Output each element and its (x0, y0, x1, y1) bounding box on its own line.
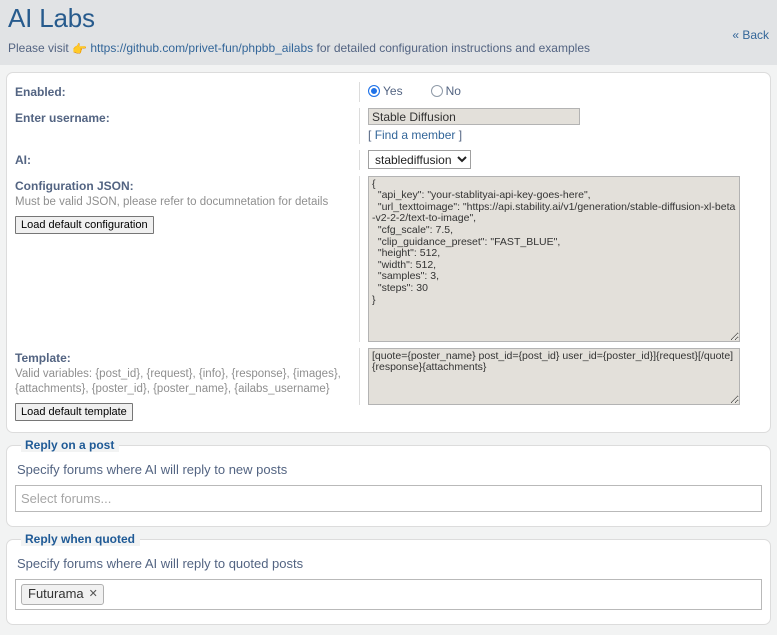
ai-label-cell: AI: (15, 150, 359, 168)
config-json-label-cell: Configuration JSON: Must be valid JSON, … (15, 176, 359, 234)
forum-chip-label: Futurama (28, 586, 84, 602)
reply-when-quoted-forum-select[interactable]: Futurama ✕ (15, 579, 762, 611)
enabled-radio-yes-label: Yes (383, 84, 403, 99)
reply-when-quoted-description: Specify forums where AI will reply to qu… (17, 555, 304, 571)
template-field-cell: [quote={poster_name} post_id={post_id} u… (359, 347, 762, 405)
reply-on-post-forum-select[interactable]: Select forums... (15, 484, 762, 512)
load-default-template-button[interactable]: Load default template (15, 402, 133, 421)
enabled-label-cell: Enabled: (15, 82, 359, 100)
enabled-radio-no[interactable]: No (430, 84, 461, 99)
config-json-field-cell: { "api_key": "your-stablityai-api-key-go… (359, 175, 762, 342)
reply-on-post-description: Specify forums where AI will reply to ne… (17, 461, 288, 477)
reply-on-post-panel: Reply on a post Specify forums where AI … (6, 437, 771, 527)
bracket-close: ] (458, 128, 463, 143)
ai-select[interactable]: stablediffusion (368, 149, 471, 169)
reply-when-quoted-legend: Reply when quoted (21, 531, 141, 546)
close-icon[interactable]: ✕ (89, 588, 98, 601)
back-link[interactable]: « Back (732, 28, 769, 42)
config-json-label: Configuration JSON: (15, 178, 134, 193)
template-textarea[interactable]: [quote={poster_name} post_id={post_id} u… (368, 347, 740, 405)
form-row-enabled: Enabled: Yes No (7, 79, 770, 105)
form-row-ai: AI: stablediffusion (7, 147, 770, 173)
bracket-open: [ (368, 128, 372, 143)
page-subtitle: Please visit 👉 https://github.com/privet… (8, 40, 769, 57)
settings-panel: Enabled: Yes No Enter username: [ (6, 72, 771, 433)
config-json-description: Must be valid JSON, please refer to docu… (15, 195, 329, 208)
radio-checked-icon[interactable] (368, 85, 380, 98)
find-member-wrapper: [ Find a member ] (368, 128, 762, 144)
username-field-cell: [ Find a member ] (359, 108, 762, 144)
pointing-hand-icon: 👉 (72, 41, 87, 56)
load-default-configuration-button[interactable]: Load default configuration (15, 215, 154, 234)
form-row-template: Template: Valid variables: {post_id}, {r… (7, 345, 770, 424)
template-label-cell: Template: Valid variables: {post_id}, {r… (15, 348, 359, 421)
form-row-username: Enter username: [ Find a member ] (7, 105, 770, 147)
subtitle-prefix: Please visit (8, 40, 69, 55)
enabled-radio-group: Yes No (368, 82, 762, 98)
find-member-link[interactable]: Find a member (375, 128, 456, 142)
reply-when-quoted-panel: Reply when quoted Specify forums where A… (6, 531, 771, 626)
radio-unchecked-icon[interactable] (430, 85, 443, 98)
ai-field-cell: stablediffusion (359, 149, 762, 170)
form-row-config-json: Configuration JSON: Must be valid JSON, … (7, 173, 770, 345)
enabled-radio-yes[interactable]: Yes (368, 84, 403, 98)
subtitle-suffix: for detailed configuration instructions … (316, 40, 591, 55)
reply-on-post-placeholder: Select forums... (21, 490, 112, 506)
username-input[interactable] (368, 108, 580, 126)
config-json-textarea[interactable]: { "api_key": "your-stablityai-api-key-go… (368, 175, 740, 342)
template-description: Valid variables: {post_id}, {request}, {… (15, 367, 341, 395)
enabled-radio-no-label: No (445, 84, 461, 99)
username-label-cell: Enter username: (15, 108, 359, 126)
github-repo-link[interactable]: https://github.com/privet-fun/phpbb_aila… (90, 41, 313, 55)
page-header: AI Labs Please visit 👉 https://github.co… (0, 0, 777, 66)
forum-chip[interactable]: Futurama ✕ (21, 584, 104, 606)
template-label: Template: (15, 350, 71, 365)
page-title: AI Labs (8, 3, 95, 33)
enabled-label: Enabled: (15, 85, 66, 100)
ai-label: AI: (15, 152, 31, 167)
enabled-field-cell: Yes No (359, 82, 762, 103)
username-label: Enter username: (15, 111, 110, 126)
reply-on-post-legend: Reply on a post (21, 437, 120, 452)
